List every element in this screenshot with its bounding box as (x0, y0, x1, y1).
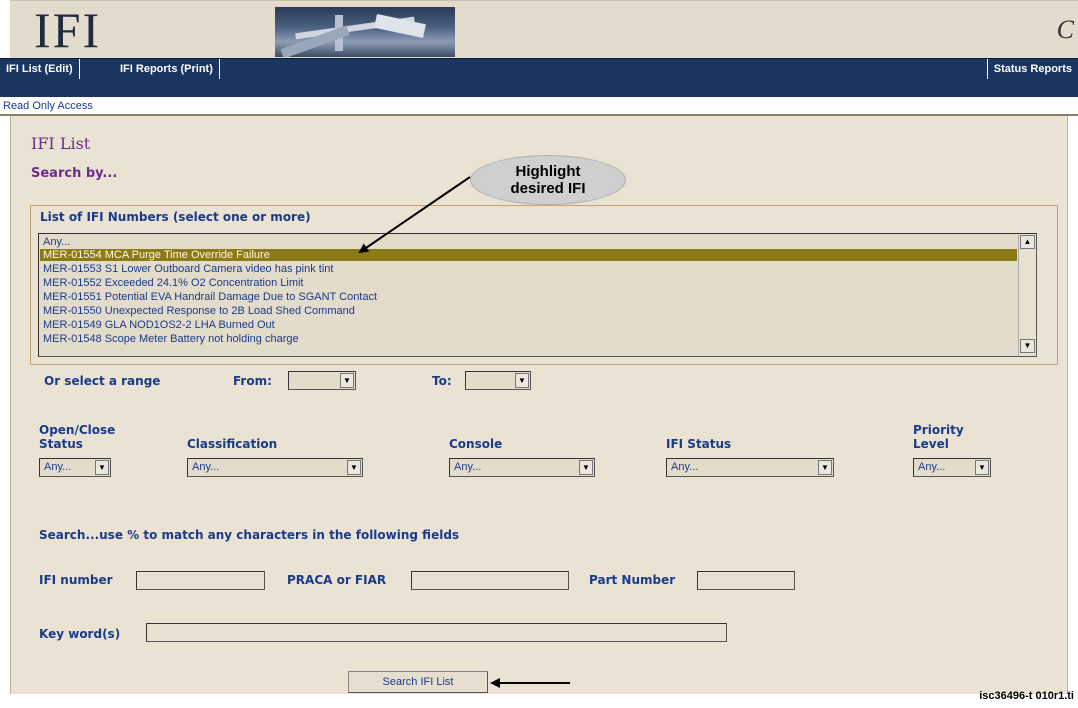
list-item-selected[interactable]: MER-01554 MCA Purge Time Override Failur… (40, 249, 1017, 261)
console-select[interactable]: Any... ▼ (449, 458, 595, 477)
ifi-number-label: IFI number (39, 573, 113, 587)
access-level-text: Read Only Access (3, 100, 93, 112)
to-label: To: (432, 374, 452, 388)
ifi-status-label: IFI Status (666, 437, 732, 451)
nav-bar: IFI List (Edit) IFI Reports (Print) Stat… (0, 58, 1078, 80)
priority-select[interactable]: Any... ▼ (913, 458, 991, 477)
callout-line-1: Highlight (515, 163, 581, 180)
chevron-down-icon[interactable]: ▼ (340, 373, 354, 388)
range-to-select[interactable]: ▼ (465, 371, 531, 390)
chevron-down-icon[interactable]: ▼ (347, 460, 361, 475)
praca-fiar-input[interactable] (411, 571, 569, 590)
ifi-number-listbox[interactable]: Any... MER-01554 MCA Purge Time Override… (38, 233, 1037, 357)
part-number-label: Part Number (589, 573, 676, 587)
chevron-down-icon[interactable]: ▼ (975, 460, 989, 475)
logo: IFI (34, 2, 102, 58)
chevron-down-icon[interactable]: ▼ (818, 460, 832, 475)
priority-label-2: Level (913, 437, 949, 451)
chevron-down-icon[interactable]: ▼ (515, 373, 529, 388)
ifi-number-input[interactable] (136, 571, 265, 590)
figure-id: isc36496-t 010r1.ti (979, 690, 1074, 702)
search-by-heading: Search by... (31, 166, 118, 181)
priority-value: Any... (918, 461, 946, 473)
list-item[interactable]: MER-01550 Unexpected Response to 2B Load… (43, 305, 355, 317)
scroll-down-icon[interactable]: ▼ (1020, 339, 1035, 353)
console-label: Console (449, 437, 503, 451)
list-item[interactable]: MER-01551 Potential EVA Handrail Damage … (43, 291, 377, 303)
list-item[interactable]: MER-01549 GLA NOD1OS2-2 LHA Burned Out (43, 319, 275, 331)
classification-label: Classification (187, 437, 278, 451)
priority-label-1: Priority (913, 423, 964, 437)
part-number-input[interactable] (697, 571, 795, 590)
corner-logo-glyph: C (1056, 15, 1074, 44)
ifi-status-select[interactable]: Any... ▼ (666, 458, 834, 477)
open-close-select[interactable]: Any... ▼ (39, 458, 111, 477)
search-ifi-list-button[interactable]: Search IFI List (348, 671, 488, 693)
text-search-heading: Search...use % to match any characters i… (39, 528, 460, 542)
classification-select[interactable]: Any... ▼ (187, 458, 363, 477)
listbox-scrollbar[interactable]: ▲ ▼ (1018, 234, 1036, 356)
callout-line-2: desired IFI (510, 180, 586, 197)
range-label: Or select a range (44, 374, 161, 388)
ifi-status-value: Any... (671, 461, 699, 473)
header-banner: IFI C (10, 0, 1078, 58)
list-item[interactable]: MER-01553 S1 Lower Outboard Camera video… (43, 263, 333, 275)
range-from-select[interactable]: ▼ (288, 371, 356, 390)
ifi-list-label: List of IFI Numbers (select one or more) (40, 210, 311, 224)
nav-status-reports[interactable]: Status Reports (986, 59, 1078, 80)
open-close-label-2: Status (39, 437, 83, 451)
list-item[interactable]: Any... (43, 236, 70, 248)
from-label: From: (233, 374, 272, 388)
list-item[interactable]: MER-01548 Scope Meter Battery not holdin… (43, 333, 299, 345)
nav-ifi-reports-print[interactable]: IFI Reports (Print) (114, 59, 220, 80)
space-station-image (275, 7, 455, 57)
chevron-down-icon[interactable]: ▼ (95, 460, 109, 475)
keywords-input[interactable] (146, 623, 727, 642)
nav-strip (0, 79, 1078, 97)
open-close-label-1: Open/Close (39, 423, 116, 437)
console-value: Any... (454, 461, 482, 473)
open-close-value: Any... (44, 461, 72, 473)
nav-ifi-list-edit[interactable]: IFI List (Edit) (0, 59, 80, 80)
page-title: IFI List (31, 134, 91, 153)
praca-label: PRACA or FIAR (287, 573, 387, 587)
chevron-down-icon[interactable]: ▼ (579, 460, 593, 475)
keywords-label: Key word(s) (39, 627, 121, 641)
highlight-callout: Highlight desired IFI (470, 155, 626, 205)
scroll-up-icon[interactable]: ▲ (1020, 235, 1035, 249)
list-item[interactable]: MER-01552 Exceeded 24.1% O2 Concentratio… (43, 277, 303, 289)
classification-value: Any... (192, 461, 220, 473)
